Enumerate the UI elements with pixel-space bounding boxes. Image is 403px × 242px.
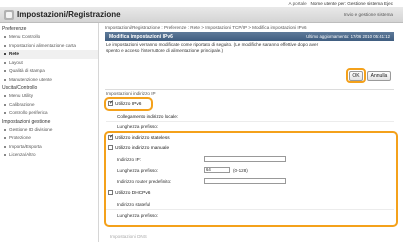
default-router-input[interactable] bbox=[204, 178, 286, 184]
sidebar-item-rete[interactable]: Rete bbox=[0, 50, 98, 59]
sidebar-item-department-id[interactable]: Gestione ID divisione bbox=[0, 126, 98, 135]
stateful-address-label: Indirizzo stateful bbox=[117, 202, 151, 207]
use-dhcpv6-checkbox[interactable] bbox=[108, 190, 113, 195]
row-divider bbox=[106, 209, 394, 210]
prefix-length-input[interactable]: 64 bbox=[204, 167, 230, 173]
sidebar-section-output: Uscita/Controllo bbox=[2, 85, 38, 91]
page-title-bar: Modifica impostazioni IPv6 Ultimo aggior… bbox=[105, 32, 394, 41]
prefix-length-label: Lunghezza prefisso: bbox=[117, 124, 159, 129]
ok-button[interactable]: OK bbox=[349, 71, 363, 81]
row-divider bbox=[106, 121, 394, 122]
top-strip: A portale Nome utente per: Gestione sist… bbox=[0, 0, 403, 7]
last-updated: Ultimo aggiornamento: 17/06 2010 05:41:1… bbox=[306, 34, 390, 39]
sidebar-item-calibration[interactable]: Calibrazione bbox=[0, 101, 98, 110]
notice-text: Le impostazioni verranno modificate come… bbox=[106, 42, 319, 53]
sidebar-item-user-maintenance[interactable]: Manutenzione utente bbox=[0, 76, 98, 85]
sidebar-section-management: Impostazioni gestione bbox=[2, 118, 51, 125]
sidebar-section-preferences: Preferenze bbox=[2, 26, 27, 32]
user-info: Nome utente per: Gestione sistema Ejec bbox=[310, 1, 393, 6]
header: Impostazioni/Registrazione Invio e gesti… bbox=[0, 7, 403, 23]
ip-address-input[interactable] bbox=[204, 156, 286, 162]
cancel-button[interactable]: Annulla bbox=[367, 71, 391, 81]
sidebar-item-security[interactable]: Protezione bbox=[0, 134, 98, 143]
use-ipv6-checkbox[interactable] bbox=[108, 99, 114, 106]
portal-link[interactable]: A portale bbox=[289, 1, 307, 6]
use-stateless-checkbox[interactable] bbox=[108, 133, 114, 140]
link-local-label: Collegamento indirizzo locale: bbox=[117, 114, 179, 119]
use-dhcpv6-option[interactable]: Utilizzo DHCPv6 bbox=[108, 190, 150, 196]
sidebar-item-license[interactable]: Licenza/Altro bbox=[0, 151, 98, 160]
use-stateless-option[interactable]: Utilizzo indirizzo stateless bbox=[108, 133, 170, 141]
sidebar-item-paper-feed[interactable]: Impostazioni alimentazione carta bbox=[0, 42, 98, 51]
sidebar: Preferenze Menu Controllo Impostazioni a… bbox=[0, 23, 99, 242]
use-manual-option[interactable]: Utilizzo indirizzo manuale bbox=[108, 145, 169, 151]
system-management-link[interactable]: Invio e gestione sistema bbox=[344, 12, 393, 17]
prefix-range-hint: (0-128) bbox=[233, 168, 248, 173]
manual-prefix-label: Lunghezza prefisso: bbox=[117, 168, 159, 173]
sidebar-item-layout[interactable]: Layout bbox=[0, 59, 98, 68]
settings-logo-icon bbox=[4, 10, 14, 20]
sidebar-item-utility[interactable]: Menu Utility bbox=[0, 92, 98, 101]
divider bbox=[105, 89, 394, 90]
use-stateless-label: Utilizzo indirizzo stateless bbox=[115, 136, 170, 141]
dns-settings-label: Impostazioni DNS bbox=[110, 234, 147, 239]
app-title: Impostazioni/Registrazione bbox=[17, 10, 121, 19]
sidebar-item-device-control[interactable]: Controllo periferica bbox=[0, 109, 98, 118]
use-manual-checkbox[interactable] bbox=[108, 145, 113, 150]
use-ipv6-label: Utilizzo IPv6 bbox=[115, 102, 142, 107]
use-dhcpv6-label: Utilizzo DHCPv6 bbox=[115, 191, 151, 196]
breadcrumb[interactable]: Impostazioni/Registrazione : Preferenze … bbox=[105, 25, 307, 30]
sidebar-item-print-quality[interactable]: Qualità di stampa bbox=[0, 67, 98, 76]
ip-address-label: Indirizzo IP: bbox=[117, 157, 141, 162]
default-router-label: Indirizzo router predefinito: bbox=[117, 179, 172, 184]
sidebar-item-menu-controllo[interactable]: Menu Controllo bbox=[0, 33, 98, 42]
page-title: Modifica impostazioni IPv6 bbox=[109, 33, 173, 40]
use-manual-label: Utilizzo indirizzo manuale bbox=[115, 146, 170, 151]
sidebar-item-import-export[interactable]: Importa/Esporta bbox=[0, 143, 98, 152]
dhcp-prefix-label: Lunghezza prefisso: bbox=[117, 213, 159, 218]
use-ipv6-option[interactable]: Utilizzo IPv6 bbox=[108, 99, 142, 107]
ip-settings-label: Impostazioni indirizzo IP bbox=[106, 91, 156, 96]
page: { "topbar": { "portal_link": "A portale"… bbox=[0, 0, 403, 242]
